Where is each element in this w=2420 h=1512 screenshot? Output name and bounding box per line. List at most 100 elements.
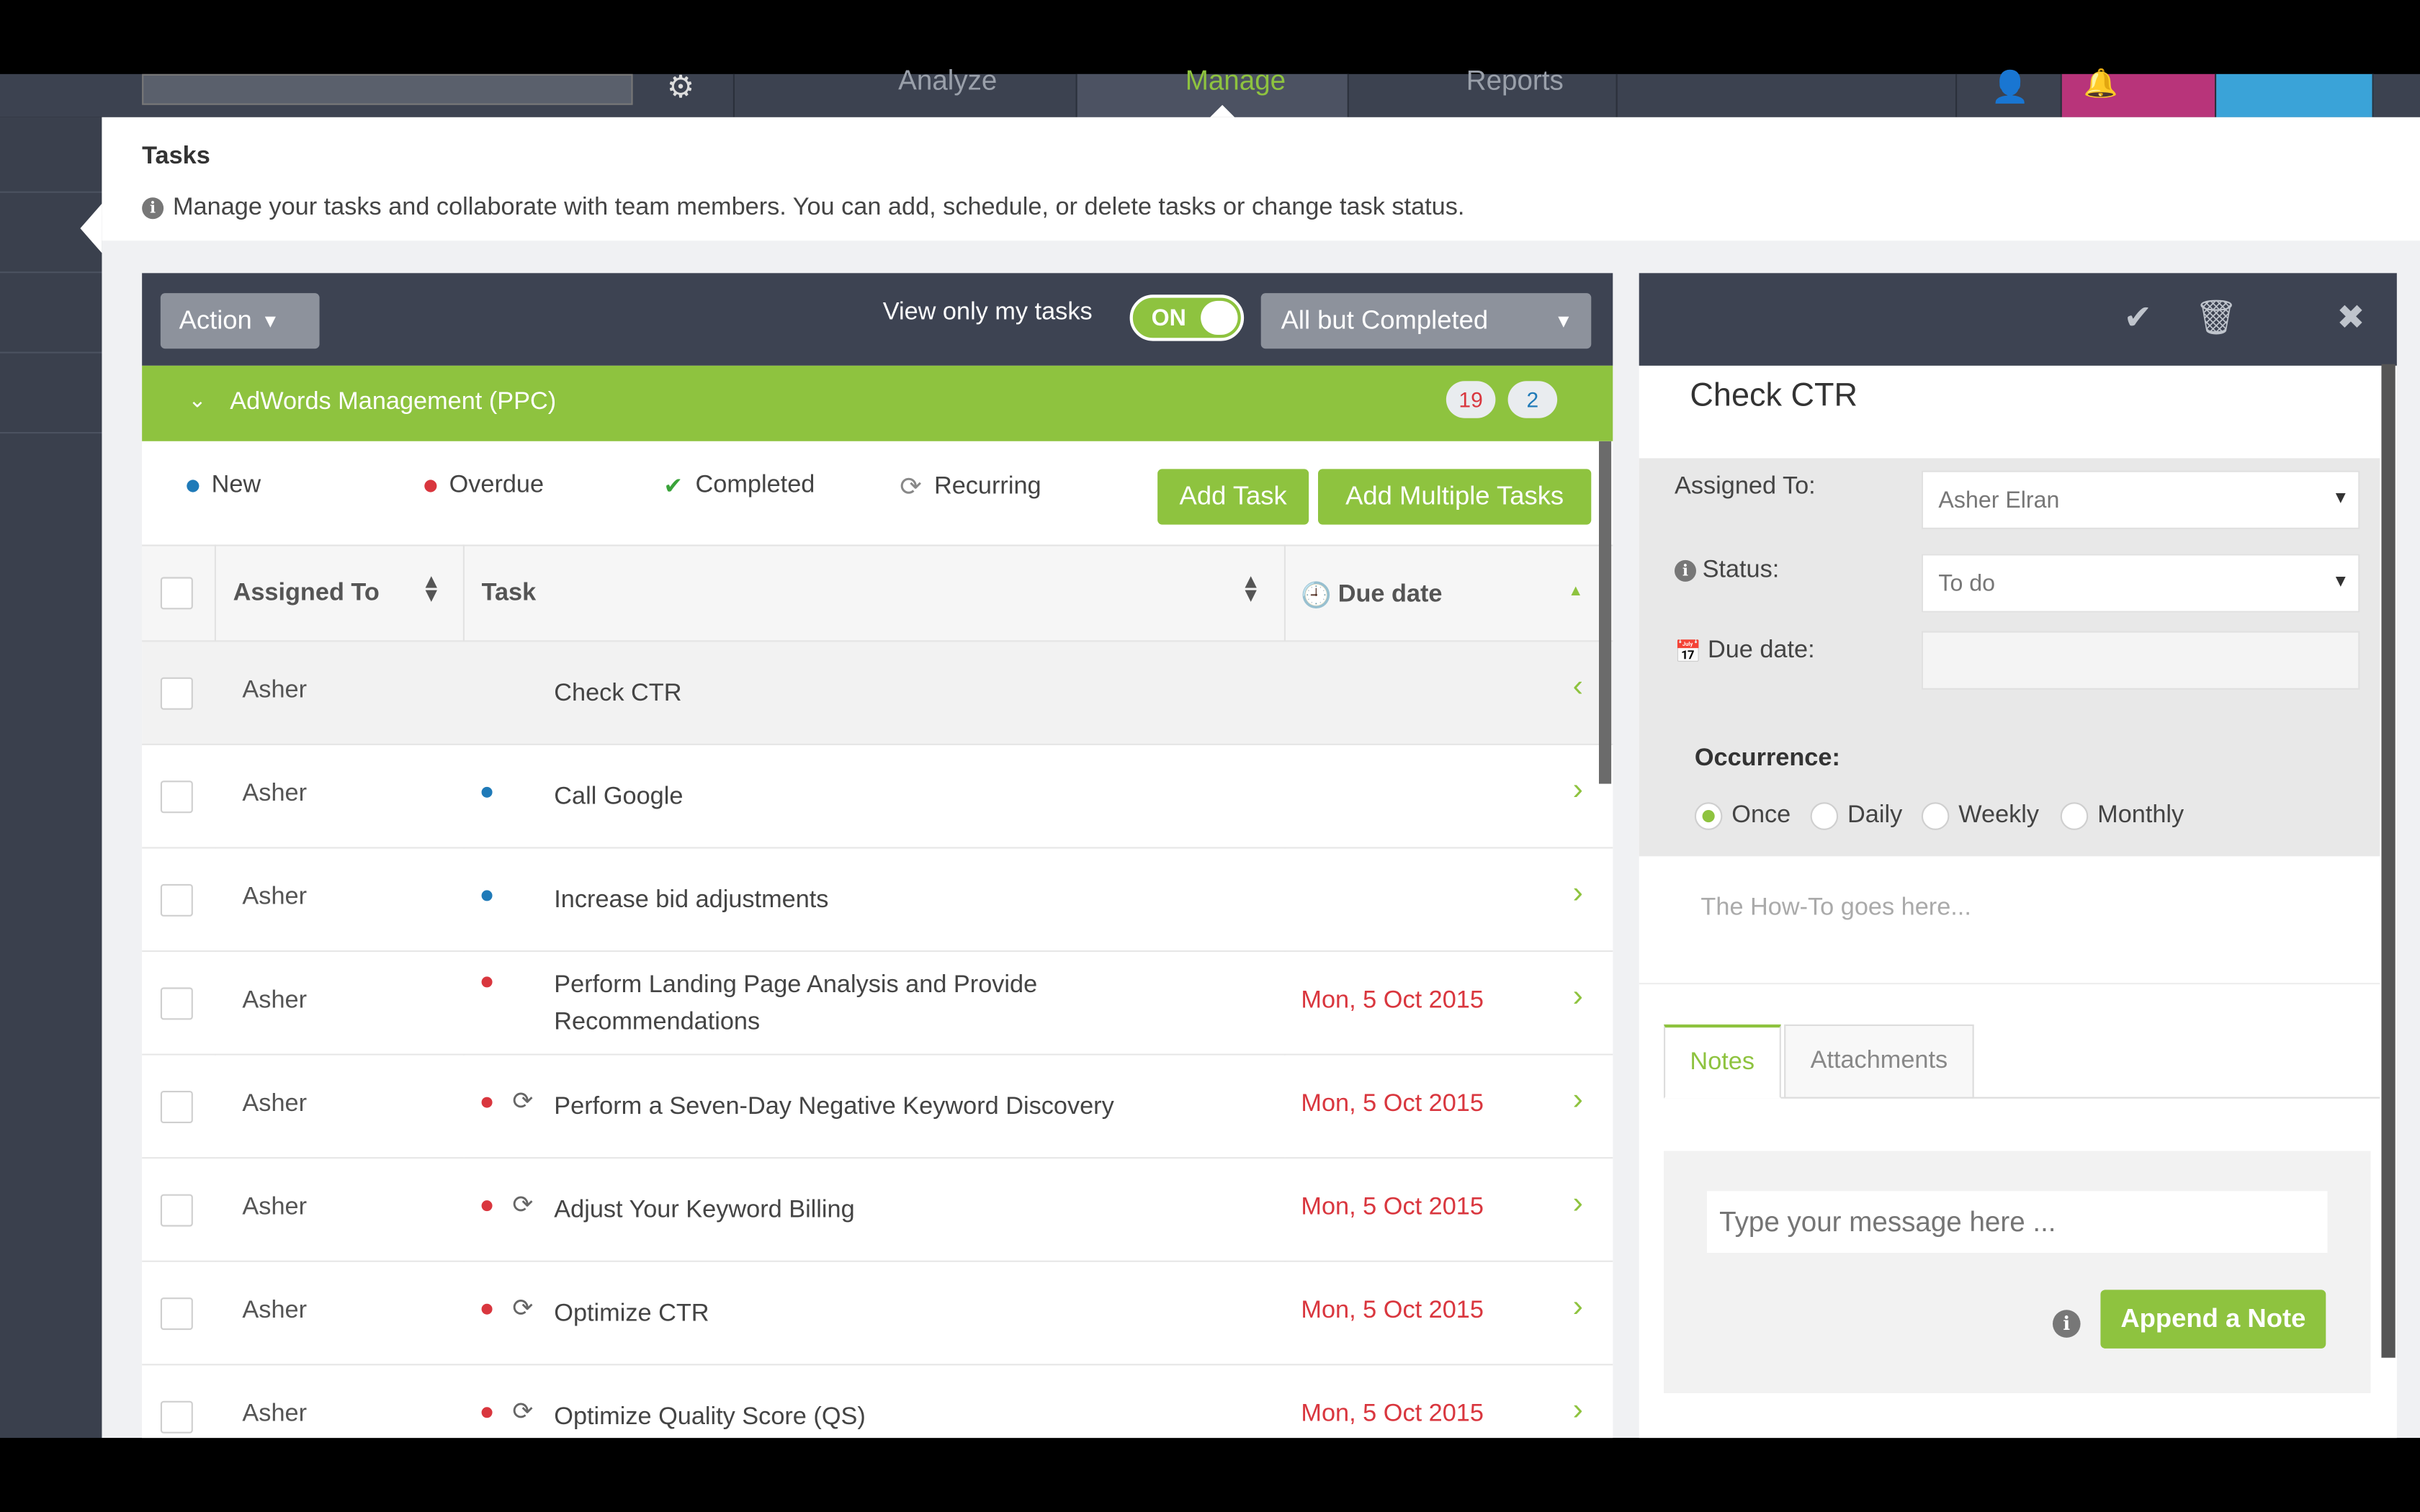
- legend-overdue-label: Overdue: [449, 472, 544, 499]
- recurring-icon: ⟳: [512, 1192, 534, 1219]
- check-icon: ✔: [663, 473, 684, 500]
- row-checkbox[interactable]: [160, 987, 193, 1020]
- chevron-right-icon[interactable]: ›: [1573, 1187, 1583, 1222]
- action-label: Action: [179, 305, 252, 335]
- row-checkbox[interactable]: [160, 1400, 193, 1434]
- user-menu[interactable]: 👤: [1957, 71, 2062, 117]
- active-pointer: [80, 203, 102, 253]
- table-row[interactable]: Asher ⟳ Perform a Seven-Day Negative Keywo…: [142, 1055, 1613, 1159]
- row-checkbox[interactable]: [160, 1194, 193, 1227]
- check-icon[interactable]: ✔: [2124, 298, 2153, 338]
- detail-title: Check CTR: [1690, 378, 1857, 414]
- occurrence-label: Occurrence:: [1694, 745, 1840, 772]
- chevron-right-icon[interactable]: ›: [1573, 773, 1583, 809]
- view-only-mine-label: View only my tasks: [882, 299, 1093, 326]
- table-row[interactable]: Asher Perform Landing Page Analysis and P…: [142, 952, 1613, 1056]
- row-assigned: Asher: [242, 1400, 307, 1428]
- task-list-scrollbar[interactable]: [1599, 441, 1612, 784]
- chevron-left-icon[interactable]: ‹: [1573, 670, 1583, 705]
- nav-manage[interactable]: Manage: [1077, 65, 1349, 117]
- row-checkbox[interactable]: [160, 780, 193, 814]
- notifications-button[interactable]: 🔔: [2061, 68, 2217, 117]
- trash-icon[interactable]: 🗑: [2195, 298, 2238, 338]
- header-due-date-label: Due date: [1337, 581, 1443, 608]
- close-icon[interactable]: ✖: [2336, 298, 2365, 338]
- row-checkbox[interactable]: [160, 1091, 193, 1123]
- header-due-date[interactable]: 🕘 Due date: [1301, 580, 1442, 611]
- table-row[interactable]: Asher Check CTR ‹: [142, 642, 1613, 745]
- tab-notes[interactable]: Notes: [1664, 1024, 1781, 1099]
- legend-completed-label: Completed: [695, 472, 815, 499]
- account-button[interactable]: [2216, 73, 2374, 117]
- detail-scrollbar[interactable]: [2381, 364, 2396, 1358]
- table-row[interactable]: Asher Increase bid adjustments ›: [142, 848, 1613, 953]
- chevron-right-icon[interactable]: ›: [1573, 980, 1583, 1015]
- occurrence-daily[interactable]: Daily: [1810, 802, 1903, 830]
- row-checkbox[interactable]: [160, 883, 193, 917]
- occurrence-weekly-label: Weekly: [1958, 802, 2040, 829]
- sort-icon[interactable]: ▲ ▼: [1241, 571, 1261, 605]
- chevron-right-icon[interactable]: ›: [1573, 1290, 1583, 1325]
- overdue-dot-icon: [481, 1303, 493, 1315]
- task-group-header[interactable]: ⌄ AdWords Management (PPC) 19 2: [142, 365, 1613, 441]
- status-select[interactable]: To do ▼: [1921, 554, 2360, 613]
- header-task[interactable]: Task: [482, 580, 537, 608]
- page-title: Tasks: [142, 143, 210, 170]
- nav-analyze[interactable]: Analyze: [735, 65, 1077, 117]
- tab-attachments[interactable]: Attachments: [1784, 1024, 1974, 1099]
- table-row[interactable]: Asher ⟳ Adjust Your Keyword Billing Mon, 5 …: [142, 1158, 1613, 1262]
- user-icon: 👤: [1991, 71, 2030, 105]
- table-row[interactable]: Asher Call Google ›: [142, 745, 1613, 849]
- active-indicator-icon: [1210, 104, 1235, 117]
- assigned-to-select[interactable]: Asher Elran ▼: [1921, 470, 2360, 529]
- sort-asc-icon[interactable]: ▲: [1568, 583, 1583, 600]
- add-multiple-tasks-button[interactable]: Add Multiple Tasks: [1318, 469, 1592, 525]
- chevron-right-icon[interactable]: ›: [1573, 1393, 1583, 1428]
- due-date-input[interactable]: [1921, 631, 2360, 690]
- tasks-panel: Action ▼ View only my tasks ON All but C…: [142, 273, 1613, 1469]
- left-rail: [0, 117, 102, 1439]
- header-assigned-to[interactable]: Assigned To: [233, 580, 380, 608]
- row-task: Call Google: [554, 783, 684, 810]
- occurrence-monthly-label: Monthly: [2097, 802, 2184, 829]
- row-task: Perform a Seven-Day Negative Keyword Dis…: [554, 1094, 1114, 1120]
- overdue-dot-icon: [481, 1200, 493, 1212]
- detail-tabs: Notes Attachments: [1664, 1024, 2380, 1099]
- toggle-knob: [1201, 300, 1238, 335]
- settings-nav[interactable]: ⚙: [633, 71, 735, 117]
- radio-icon: [2060, 802, 2089, 830]
- chevron-right-icon[interactable]: ›: [1573, 1083, 1583, 1118]
- howto-editor[interactable]: The How-To goes here...: [1700, 895, 1971, 923]
- nav-reports[interactable]: Reports: [1349, 65, 1618, 117]
- select-all-checkbox[interactable]: [160, 577, 193, 610]
- search-box[interactable]: [142, 73, 633, 105]
- occurrence-monthly[interactable]: Monthly: [2060, 802, 2184, 830]
- append-note-button[interactable]: Append a Note: [2100, 1290, 2326, 1349]
- add-task-button[interactable]: Add Task: [1157, 469, 1309, 525]
- occurrence-once[interactable]: Once: [1694, 802, 1791, 830]
- recurring-icon: ⟳: [900, 472, 922, 502]
- chevron-right-icon[interactable]: ›: [1573, 876, 1583, 912]
- status-value: To do: [1938, 570, 1996, 598]
- nav-extra[interactable]: [1618, 73, 1958, 117]
- row-task: Adjust Your Keyword Billing: [554, 1197, 855, 1224]
- status-filter-dropdown[interactable]: All but Completed ▼: [1260, 293, 1592, 349]
- action-dropdown[interactable]: Action ▼: [160, 293, 320, 349]
- chevron-down-icon: ⌄: [188, 387, 207, 413]
- occurrence-daily-label: Daily: [1847, 802, 1903, 829]
- row-checkbox[interactable]: [160, 1297, 193, 1331]
- row-checkbox[interactable]: [160, 677, 193, 710]
- recurring-icon: ⟳: [512, 1399, 534, 1426]
- row-due-date: Mon, 5 Oct 2015: [1301, 1297, 1484, 1324]
- sort-icon[interactable]: ▲ ▼: [421, 571, 442, 605]
- occurrence-weekly[interactable]: Weekly: [1921, 802, 2040, 830]
- assigned-to-value: Asher Elran: [1938, 487, 2060, 514]
- recurring-icon: ⟳: [512, 1296, 534, 1323]
- message-input[interactable]: [1707, 1191, 2328, 1253]
- info-icon: i: [142, 197, 164, 220]
- view-only-mine-toggle[interactable]: ON: [1129, 294, 1245, 341]
- table-row[interactable]: Asher ⟳ Optimize CTR Mon, 5 Oct 2015 ›: [142, 1261, 1613, 1366]
- rail-divider: [0, 191, 102, 193]
- caret-down-icon: ▼: [2332, 572, 2349, 591]
- app-window: ⚙ Analyze Manage Reports 👤 🔔 Tasks i Man…: [0, 0, 2420, 1512]
